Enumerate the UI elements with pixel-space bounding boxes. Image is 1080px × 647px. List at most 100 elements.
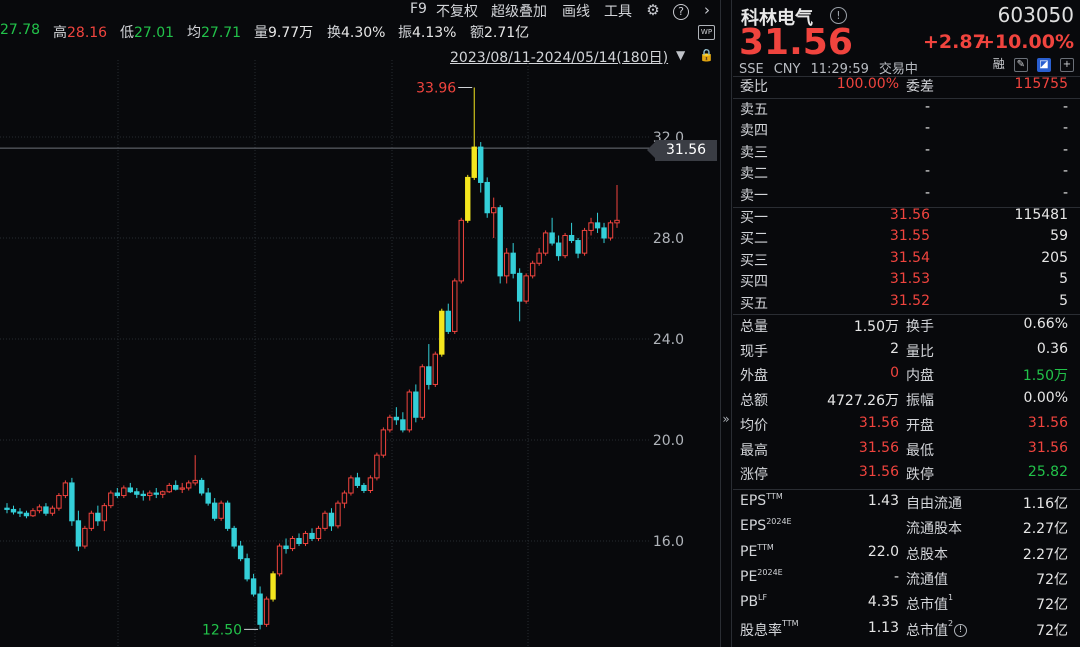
candle-body[interactable] — [439, 310, 445, 355]
kline-chart-panel[interactable]: 27.78 高28.16 低27.01 均27.71 量9.77万 换4.30% 振4.13… — [0, 0, 720, 647]
candle-body[interactable] — [328, 512, 335, 527]
candle-body[interactable] — [594, 222, 601, 229]
candle-body[interactable] — [445, 310, 451, 332]
info-icon[interactable]: ! — [954, 624, 968, 637]
help-icon[interactable]: ? — [671, 0, 691, 20]
candle-body[interactable] — [218, 502, 224, 519]
candle-body[interactable] — [510, 252, 516, 274]
ask-row[interactable]: 卖二 - - — [733, 163, 1080, 184]
candle-body[interactable] — [471, 146, 477, 178]
candle-body[interactable] — [75, 520, 82, 547]
candle-body[interactable] — [43, 506, 49, 514]
candle-body[interactable] — [69, 482, 75, 522]
candle-body[interactable] — [380, 429, 387, 456]
candle-body[interactable] — [36, 506, 43, 512]
candle-body[interactable] — [341, 492, 348, 504]
candle-body[interactable] — [244, 558, 250, 580]
candle-body[interactable] — [393, 416, 400, 421]
candle-body[interactable] — [581, 229, 588, 254]
candle-body[interactable] — [426, 366, 432, 385]
candle-body[interactable] — [224, 502, 231, 529]
candle-body[interactable] — [322, 512, 328, 529]
candle-body[interactable] — [250, 578, 257, 595]
candle-body[interactable] — [192, 479, 198, 484]
candle-body[interactable] — [458, 219, 464, 282]
candle-body[interactable] — [516, 272, 523, 302]
candle-body[interactable] — [315, 527, 322, 539]
candle-body[interactable] — [354, 477, 361, 486]
candle-body[interactable] — [536, 252, 542, 264]
overlay-button[interactable]: 超级叠加 — [491, 1, 547, 21]
candle-body[interactable] — [348, 477, 354, 494]
candle-body[interactable] — [108, 492, 114, 507]
candle-body[interactable] — [484, 181, 490, 214]
candle-body[interactable] — [270, 573, 276, 600]
bid-row[interactable]: 买五 31.52 5 — [733, 293, 1080, 314]
candle-body[interactable] — [614, 219, 620, 224]
candle-body[interactable] — [160, 491, 166, 495]
plus-icon[interactable]: + — [1060, 58, 1074, 72]
ask-row[interactable]: 卖五 - - — [733, 99, 1080, 120]
edit-icon[interactable]: ✎ — [1013, 58, 1028, 72]
candle-body[interactable] — [309, 532, 315, 539]
candlestick-chart[interactable]: 32.028.024.020.016.033.9612.50 — [0, 60, 720, 647]
candle-body[interactable] — [140, 493, 146, 497]
candle-body[interactable] — [283, 545, 289, 550]
candle-body[interactable] — [198, 479, 205, 494]
bid-row[interactable]: 买四 31.53 5 — [733, 271, 1080, 292]
candle-body[interactable] — [523, 275, 529, 302]
candle-body[interactable] — [491, 207, 497, 214]
candle-body[interactable] — [503, 252, 510, 277]
candle-body[interactable] — [257, 593, 263, 625]
candle-body[interactable] — [30, 510, 36, 517]
bid-row[interactable]: 买二 31.55 59 — [733, 228, 1080, 249]
candle-body[interactable] — [121, 487, 127, 497]
margin-trading-badge[interactable]: 融 — [993, 58, 1005, 72]
candle-body[interactable] — [62, 482, 69, 497]
candle-body[interactable] — [465, 176, 471, 221]
candle-body[interactable] — [82, 527, 88, 547]
gear-icon[interactable]: ⚙ — [643, 0, 663, 20]
candle-body[interactable] — [432, 353, 438, 385]
candle-body[interactable] — [575, 240, 581, 254]
candle-body[interactable] — [95, 512, 101, 522]
candle-body[interactable] — [335, 502, 341, 527]
candle-body[interactable] — [607, 222, 614, 239]
wp-badge[interactable]: WP — [698, 25, 715, 40]
candle-body[interactable] — [419, 366, 426, 418]
candle-body[interactable] — [4, 507, 10, 510]
candle-body[interactable] — [49, 507, 56, 514]
draw-line-button[interactable]: 画线 — [562, 1, 590, 21]
ask-row[interactable]: 卖一 - - — [733, 185, 1080, 206]
candle-body[interactable] — [153, 492, 159, 495]
candle-body[interactable] — [542, 232, 549, 254]
chevron-right-icon[interactable]: › — [697, 0, 717, 20]
candle-body[interactable] — [555, 242, 562, 257]
candle-body[interactable] — [173, 484, 179, 490]
candle-body[interactable] — [478, 146, 484, 183]
candle-body[interactable] — [231, 527, 237, 547]
ask-row[interactable]: 卖三 - - — [733, 142, 1080, 163]
candle-body[interactable] — [179, 487, 185, 490]
double-chevron-right-icon[interactable]: » — [721, 412, 731, 426]
candle-body[interactable] — [205, 492, 211, 504]
candle-body[interactable] — [367, 477, 374, 491]
panel-divider[interactable]: » — [720, 0, 732, 647]
candle-body[interactable] — [568, 234, 575, 242]
expand-icon[interactable]: ◪ — [1036, 58, 1051, 72]
bid-row[interactable]: 买一 31.56 115481 — [733, 207, 1080, 228]
ask-row[interactable]: 卖四 - - — [733, 120, 1080, 141]
candle-body[interactable] — [601, 227, 607, 239]
candle-body[interactable] — [400, 419, 406, 431]
candle-body[interactable] — [166, 484, 172, 493]
candle-body[interactable] — [263, 598, 270, 625]
candle-body[interactable] — [549, 232, 555, 244]
candle-body[interactable] — [101, 505, 108, 522]
candle-body[interactable] — [374, 454, 380, 479]
candle-body[interactable] — [289, 537, 296, 550]
candle-body[interactable] — [88, 512, 95, 529]
candle-body[interactable] — [296, 537, 302, 545]
f9-button[interactable]: F9 — [410, 1, 427, 17]
candle-body[interactable] — [276, 545, 283, 575]
no-adjust-button[interactable]: 不复权 — [436, 1, 478, 21]
